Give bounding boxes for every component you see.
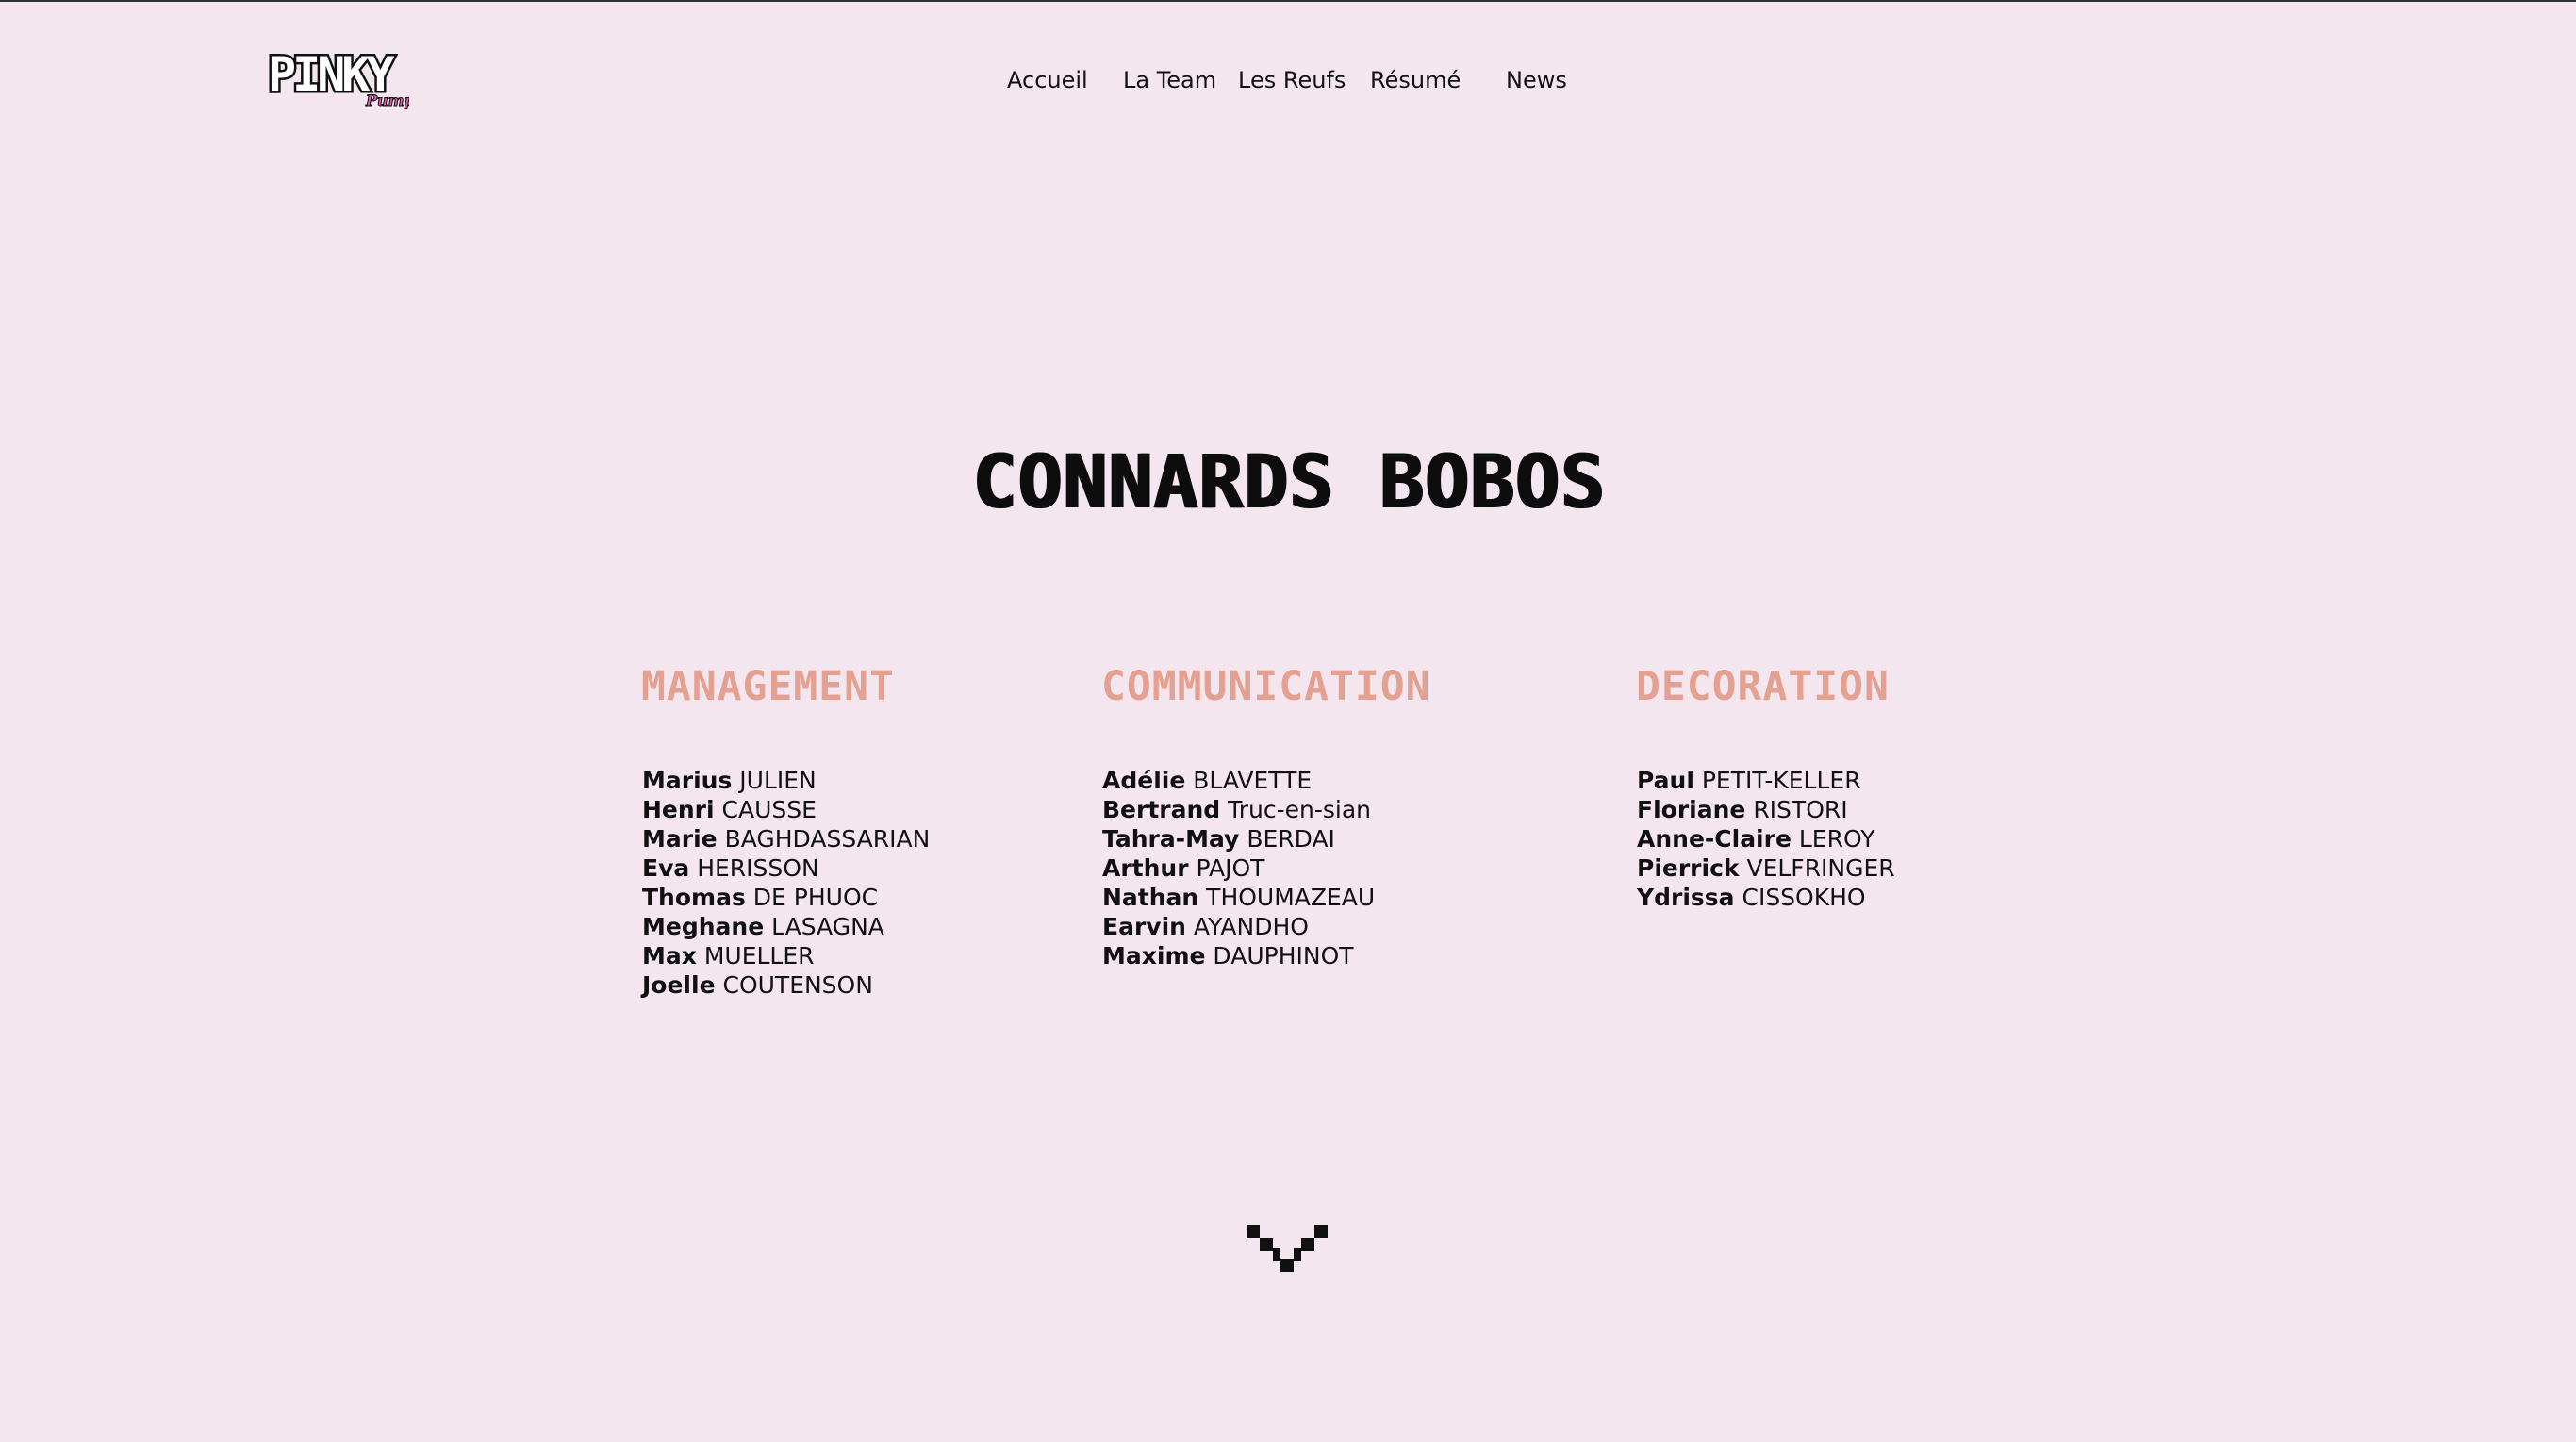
member-first-name: Earvin [1102,913,1186,940]
member-last-name: BAGHDASSARIAN [724,825,931,853]
nav-item-les-reufs[interactable]: Les Reufs [1238,66,1346,94]
scroll-down-button[interactable] [1245,1223,1329,1275]
member-item: Adélie BLAVETTE [1102,766,1375,795]
member-first-name: Ydrissa [1637,884,1735,911]
member-first-name: Marie [642,825,718,853]
member-last-name: BERDAI [1247,825,1335,853]
member-item: Eva HERISSON [642,854,930,883]
member-last-name: DAUPHINOT [1213,942,1354,970]
member-first-name: Arthur [1102,854,1189,882]
team-heading: DECORATION [1636,663,1890,710]
team-section-decoration: DECORATION Paul PETIT-KELLER Floriane RI… [1636,662,1895,911]
member-item: Earvin AYANDHO [1102,912,1375,941]
member-list: Paul PETIT-KELLER Floriane RISTORI Anne-… [1637,766,1895,912]
member-first-name: Max [642,942,697,970]
member-first-name: Henri [642,796,715,823]
member-first-name: Joelle [642,971,716,999]
member-list: Marius JULIEN Henri CAUSSE Marie BAGHDAS… [642,766,930,1000]
member-last-name: RISTORI [1753,796,1848,823]
member-first-name: Meghane [642,913,765,940]
member-item: Maxime DAUPHINOT [1102,941,1375,970]
member-first-name: Nathan [1102,884,1199,911]
nav-item-news[interactable]: News [1506,66,1567,94]
member-item: Joelle COUTENSON [642,970,930,1000]
member-first-name: Marius [642,767,733,794]
member-first-name: Paul [1637,767,1694,794]
member-first-name: Maxime [1102,942,1206,970]
member-item: Marius JULIEN [642,766,930,795]
member-item: Henri CAUSSE [642,795,930,824]
member-item: Max MUELLER [642,941,930,970]
member-last-name: PETIT-KELLER [1701,767,1861,794]
member-item: Marie BAGHDASSARIAN [642,824,930,854]
member-last-name: Truc-en-sian [1228,796,1372,823]
member-last-name: VELFRINGER [1746,854,1895,882]
member-first-name: Adélie [1102,767,1186,794]
member-item: Bertrand Truc-en-sian [1102,795,1375,824]
member-last-name: LASAGNA [771,913,884,940]
member-last-name: PAJOT [1196,854,1265,882]
member-first-name: Floriane [1637,796,1746,823]
member-first-name: Thomas [642,884,746,911]
member-item: Nathan THOUMAZEAU [1102,883,1375,912]
member-last-name: AYANDHO [1193,913,1309,940]
member-last-name: THOUMAZEAU [1206,884,1376,911]
member-last-name: CISSOKHO [1742,884,1866,911]
member-last-name: BLAVETTE [1193,767,1313,794]
nav-item-resume[interactable]: Résumé [1370,66,1461,94]
member-item: Floriane RISTORI [1637,795,1895,824]
member-last-name: LEROY [1798,825,1875,853]
member-last-name: DE PHUOC [752,884,879,911]
nav-item-la-team[interactable]: La Team [1123,66,1216,94]
member-first-name: Tahra-May [1102,825,1240,853]
member-item: Arthur PAJOT [1102,854,1375,883]
member-last-name: JULIEN [739,767,817,794]
member-last-name: MUELLER [703,942,815,970]
member-first-name: Anne-Claire [1637,825,1792,853]
member-first-name: Eva [642,854,690,882]
main-nav: Accueil La Team Les Reufs Résumé News [0,66,2576,104]
nav-item-accueil[interactable]: Accueil [1007,66,1088,94]
member-first-name: Bertrand [1102,796,1221,823]
member-item: Anne-Claire LEROY [1637,824,1895,854]
team-section-management: MANAGEMENT Marius JULIEN Henri CAUSSE Ma… [641,662,930,999]
member-item: Ydrissa CISSOKHO [1637,883,1895,912]
member-first-name: Pierrick [1637,854,1740,882]
member-list: Adélie BLAVETTE Bertrand Truc-en-sian Ta… [1102,766,1375,970]
pixel-chevron-down-icon [1247,1225,1328,1272]
member-last-name: HERISSON [697,854,819,882]
member-item: Paul PETIT-KELLER [1637,766,1895,795]
member-last-name: CAUSSE [721,796,817,823]
member-item: Tahra-May BERDAI [1102,824,1375,854]
member-item: Pierrick VELFRINGER [1637,854,1895,883]
team-section-communication: COMMUNICATION Adélie BLAVETTE Bertrand T… [1101,662,1431,970]
member-last-name: COUTENSON [722,971,873,999]
member-item: Thomas DE PHUOC [642,883,930,912]
team-heading: MANAGEMENT [641,663,895,710]
page-title: CONNARDS BOBOS [971,440,1605,525]
member-item: Meghane LASAGNA [642,912,930,941]
team-heading: COMMUNICATION [1101,663,1431,710]
